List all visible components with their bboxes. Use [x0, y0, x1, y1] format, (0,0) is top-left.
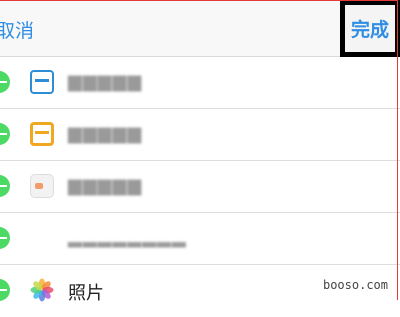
wallet-icon: [30, 174, 54, 198]
list-item: ▂▂▂▂▂▂▂▂: [0, 213, 400, 265]
card-icon: [30, 122, 54, 146]
app-label-obscured: ▆▆▆▆▆: [68, 123, 143, 144]
calendar-icon: [30, 70, 54, 94]
done-button[interactable]: 完成: [345, 5, 395, 52]
done-button-highlight: 完成: [340, 0, 400, 57]
add-button[interactable]: [0, 227, 10, 249]
app-label-photos: 照片: [68, 283, 104, 304]
app-icon: [30, 226, 54, 250]
photos-icon: [30, 278, 54, 302]
watermark: booso.com: [322, 278, 388, 292]
cancel-button[interactable]: 取消: [0, 16, 34, 43]
add-button[interactable]: [0, 279, 10, 301]
add-button[interactable]: [0, 71, 10, 93]
app-label-obscured: ▆▆▆▆▆: [68, 175, 143, 196]
add-button[interactable]: [0, 123, 10, 145]
list-item: ▆▆▆▆▆: [0, 57, 400, 109]
app-label-obscured: ▆▆▆▆▆: [68, 71, 143, 92]
app-label-obscured: ▂▂▂▂▂▂▂▂: [68, 227, 187, 248]
add-button[interactable]: [0, 175, 10, 197]
done-button-label: 完成: [350, 19, 389, 41]
navigation-bar: 取消 完成: [0, 0, 400, 57]
list-item: ▆▆▆▆▆: [0, 161, 400, 213]
list-item: ▆▆▆▆▆: [0, 109, 400, 161]
